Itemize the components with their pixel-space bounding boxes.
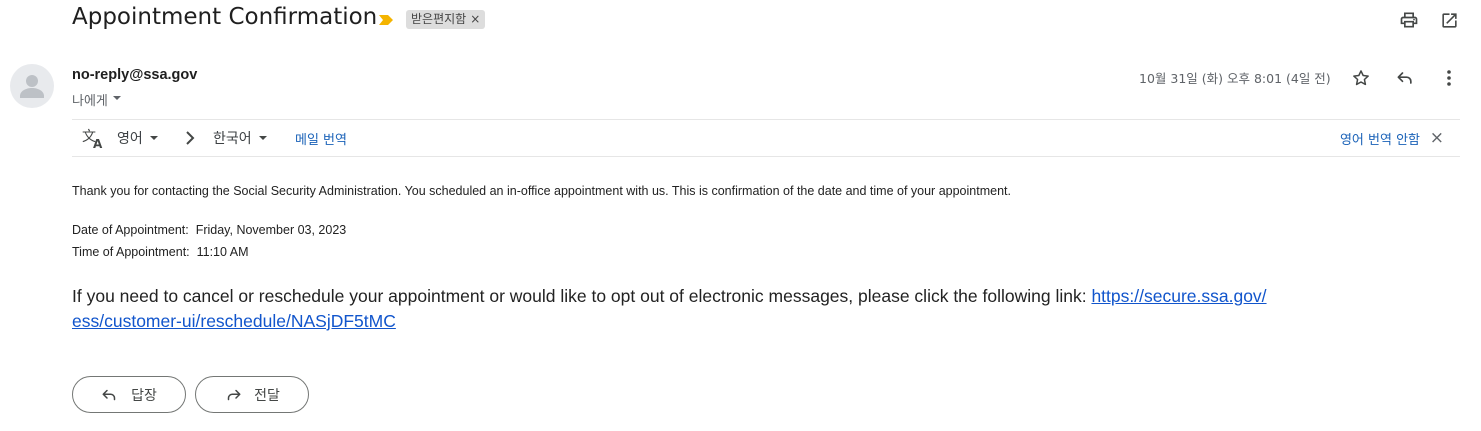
forward-icon — [227, 389, 241, 400]
forward-button[interactable]: 전달 — [195, 376, 309, 413]
reply-icon[interactable] — [1392, 65, 1418, 91]
caret-down-icon — [258, 136, 267, 140]
appointment-date-line: Date of Appointment: Friday, November 03… — [72, 223, 346, 237]
reply-button[interactable]: 답장 — [72, 376, 186, 413]
cancel-paragraph: If you need to cancel or reschedule your… — [72, 284, 1312, 334]
remove-label-button[interactable]: × — [470, 12, 480, 26]
recipient-details-toggle[interactable]: 나에게 — [72, 90, 122, 109]
never-translate-link[interactable]: 영어 번역 안함 — [1340, 129, 1420, 148]
time-value: 11:10 AM — [196, 245, 249, 259]
translation-bar: 文 A 영어 한국어 메일 번역 영어 번역 안함 × — [72, 119, 1460, 157]
target-language-select[interactable]: 한국어 — [213, 120, 268, 156]
avatar — [10, 64, 54, 108]
recipient-label: 나에게 — [72, 94, 108, 109]
svg-text:A: A — [93, 137, 103, 149]
more-vert-icon[interactable] — [1436, 65, 1462, 91]
reply-button-label: 답장 — [131, 387, 157, 404]
source-language-label: 영어 — [117, 131, 143, 147]
target-language-label: 한국어 — [213, 131, 252, 147]
translate-message-link[interactable]: 메일 번역 — [295, 129, 347, 148]
label-text: 받은편지함 — [411, 12, 467, 26]
open-in-new-window-icon[interactable] — [1436, 7, 1462, 33]
reply-icon — [102, 389, 116, 400]
appointment-time-line: Time of Appointment: 11:10 AM — [72, 245, 249, 259]
sender-address[interactable]: no-reply@ssa.gov — [72, 67, 197, 83]
print-icon[interactable] — [1396, 7, 1422, 33]
close-translation-bar-button[interactable]: × — [1430, 120, 1444, 156]
forward-button-label: 전달 — [254, 387, 280, 404]
caret-down-icon — [112, 92, 122, 107]
importance-marker-icon[interactable] — [378, 11, 394, 30]
time-label: Time of Appointment: — [72, 245, 190, 259]
date-value: Friday, November 03, 2023 — [195, 223, 347, 237]
inbox-label-chip[interactable]: 받은편지함 × — [406, 10, 486, 29]
intro-paragraph: Thank you for contacting the Social Secu… — [72, 184, 1011, 198]
star-icon[interactable] — [1348, 65, 1374, 91]
source-language-select[interactable]: 영어 — [117, 120, 159, 156]
email-subject: Appointment Confirmation — [72, 4, 378, 30]
caret-down-icon — [149, 136, 158, 140]
date-label: Date of Appointment: — [72, 223, 189, 237]
cancel-text: If you need to cancel or reschedule your… — [72, 286, 1092, 306]
translate-icon: 文 A — [82, 120, 106, 156]
email-date: 10월 31일 (화) 오후 8:01 (4일 전) — [1139, 71, 1331, 86]
chevron-right-icon — [184, 120, 196, 156]
